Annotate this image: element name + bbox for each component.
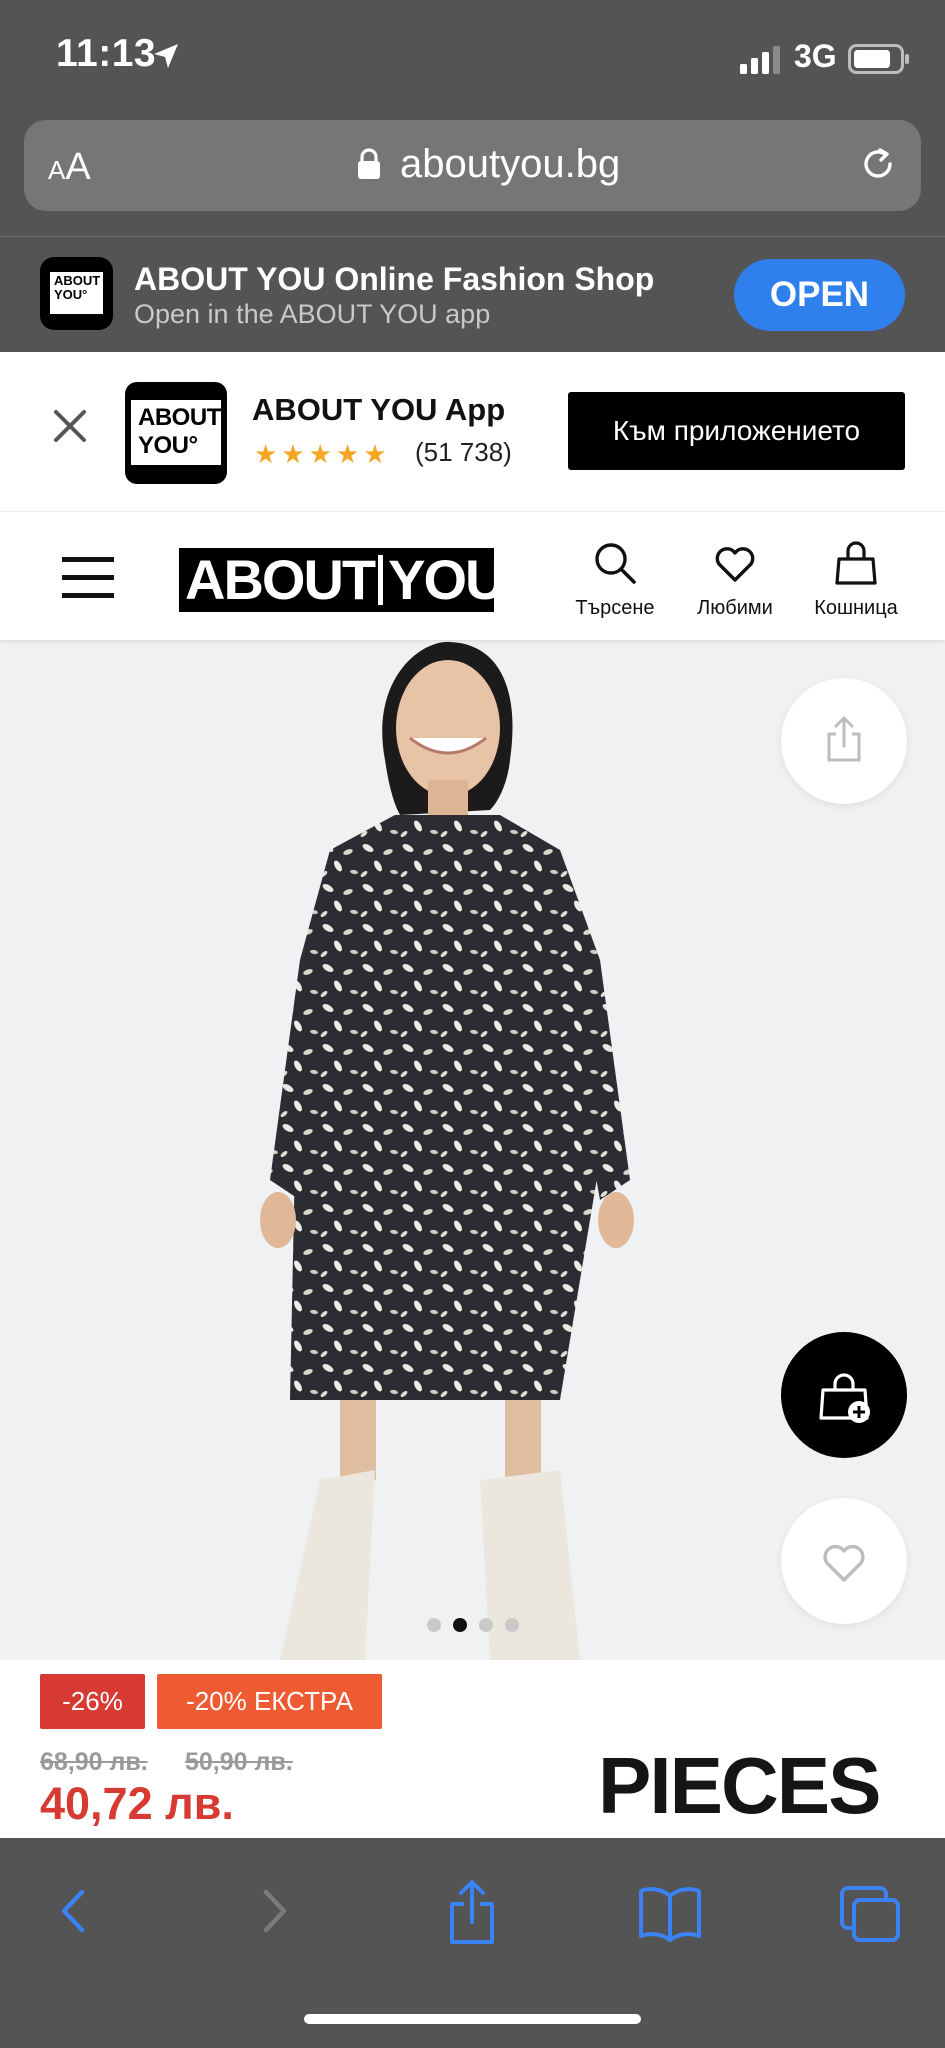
logo-text-line2: YOU° xyxy=(54,287,88,302)
tabs-icon[interactable] xyxy=(838,1876,902,1946)
back-arrow-icon[interactable] xyxy=(52,1876,92,1946)
original-price: 68,90 лв. xyxy=(40,1748,148,1776)
status-bar: 11:13 3G xyxy=(0,0,945,120)
heart-icon xyxy=(823,1544,865,1582)
pagination-dot[interactable] xyxy=(427,1618,441,1632)
extra-discount-badge: -20% ЕКСТРА xyxy=(157,1674,382,1729)
site-logo[interactable]: ABOUT YOU° xyxy=(179,548,526,612)
smart-banner-subtitle: Open in the ABOUT YOU app xyxy=(134,299,491,329)
home-indicator[interactable] xyxy=(304,2014,641,2024)
heart-icon xyxy=(715,547,755,582)
rating-stars: ★★★★★ xyxy=(254,439,391,470)
close-icon[interactable] xyxy=(52,408,88,444)
open-app-button[interactable]: OPEN xyxy=(734,259,905,331)
bookmarks-book-icon[interactable] xyxy=(637,1876,703,1946)
logo-text-about: ABOUT xyxy=(185,548,376,611)
forward-arrow-icon[interactable] xyxy=(256,1876,296,1946)
gallery-pagination xyxy=(427,1618,531,1637)
app-promo-banner: ABOUT YOU° ABOUT YOU App ★★★★★ (51 738) К… xyxy=(0,352,945,512)
app-logo: ABOUT YOU° xyxy=(40,257,113,330)
previous-price: 50,90 лв. xyxy=(185,1748,293,1776)
pagination-dot[interactable] xyxy=(479,1618,493,1632)
reload-icon[interactable] xyxy=(856,142,900,186)
status-time: 11:13 xyxy=(56,32,157,75)
smart-app-banner: ABOUT YOU° ABOUT YOU Online Fashion Shop … xyxy=(0,237,945,352)
search-nav[interactable]: Търсене xyxy=(560,540,670,620)
product-image-gallery[interactable] xyxy=(0,640,945,1660)
rating-star-icons: ★★★★★ xyxy=(254,439,391,469)
current-price: 40,72 лв. xyxy=(40,1778,234,1829)
network-type: 3G xyxy=(794,38,837,74)
text-size-button[interactable]: AA xyxy=(48,146,91,189)
favorites-nav[interactable]: Любими xyxy=(680,540,790,620)
rating-count: (51 738) xyxy=(415,437,512,467)
battery-icon xyxy=(848,44,909,74)
smart-banner-title: ABOUT YOU Online Fashion Shop xyxy=(134,261,655,297)
logo-text-line1: ABOUT xyxy=(138,404,221,431)
pagination-dot[interactable] xyxy=(505,1618,519,1632)
lock-icon xyxy=(358,148,380,179)
go-to-app-button[interactable]: Към приложението xyxy=(568,392,905,470)
logo-text-you: YOU° xyxy=(388,548,526,611)
share-button[interactable] xyxy=(781,678,907,804)
cart-label: Кошница xyxy=(814,597,898,619)
logo-text-line1: ABOUT xyxy=(54,273,101,288)
cart-nav[interactable]: Кошница xyxy=(801,540,911,620)
favorites-label: Любими xyxy=(697,597,773,619)
pagination-dot-active[interactable] xyxy=(453,1618,467,1632)
add-to-bag-icon xyxy=(819,1373,870,1423)
url-text: aboutyou.bg xyxy=(400,142,621,186)
site-header: ABOUT YOU° Търсене Любими Кошница xyxy=(0,512,945,640)
search-icon xyxy=(595,543,636,584)
search-label: Търсене xyxy=(575,597,655,619)
signal-strength-icon xyxy=(740,46,780,74)
promo-title: ABOUT YOU App xyxy=(252,392,506,427)
product-price-section: -26% -20% ЕКСТРА 68,90 лв. 50,90 лв. 40,… xyxy=(0,1660,945,1838)
shopping-bag-icon xyxy=(835,541,877,585)
logo-text-line2: YOU° xyxy=(138,432,198,459)
discount-badge: -26% xyxy=(40,1674,145,1729)
hamburger-menu-icon[interactable] xyxy=(62,557,114,599)
share-icon[interactable] xyxy=(442,1876,502,1946)
url-field[interactable]: AA aboutyou.bg xyxy=(24,120,921,211)
browser-toolbar xyxy=(0,1838,945,2048)
location-arrow-icon xyxy=(154,44,178,68)
brand-name[interactable]: PIECES xyxy=(598,1740,881,1832)
app-logo: ABOUT YOU° xyxy=(125,382,227,484)
browser-address-bar: AA aboutyou.bg xyxy=(0,120,945,237)
add-to-wishlist-button[interactable] xyxy=(781,1498,907,1624)
share-icon xyxy=(827,716,861,762)
add-to-cart-button[interactable] xyxy=(781,1332,907,1458)
